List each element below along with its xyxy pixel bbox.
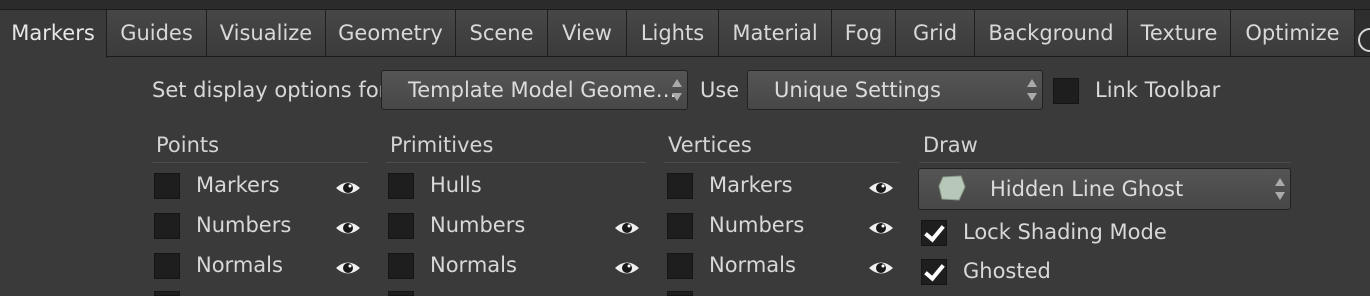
vertices-numbers-checkbox[interactable] [667,213,693,239]
dropdown-arrows-icon [671,77,683,103]
tab-bar: Markers Guides Visualize Geometry Scene … [0,10,1370,58]
ghosted-checkbox[interactable] [921,259,947,285]
eye-icon[interactable] [868,219,894,237]
tab-texture[interactable]: Texture [1128,10,1231,56]
points-next-checkbox[interactable] [154,291,180,296]
eye-icon[interactable] [868,259,894,277]
tab-grid[interactable]: Grid [896,10,975,56]
tab-optimize[interactable]: Optimize [1231,10,1355,56]
tab-fog[interactable]: Fog [832,10,896,56]
vertices-markers-label: Markers [709,173,793,197]
vertices-title: Vertices [668,133,752,157]
tab-view[interactable]: View [548,10,627,56]
primitives-title: Primitives [390,133,494,157]
tab-background[interactable]: Background [975,10,1128,56]
link-toolbar-checkbox[interactable] [1053,78,1079,104]
tab-guides[interactable]: Guides [107,10,207,56]
draw-title: Draw [923,133,978,157]
points-markers-checkbox[interactable] [154,173,180,199]
vertices-divider [664,162,900,163]
points-numbers-label: Numbers [196,213,292,237]
lock-shading-checkbox[interactable] [921,220,947,246]
tab-lights[interactable]: Lights [627,10,719,56]
geometry-type-dropdown[interactable]: Template Model Geome… [381,70,688,110]
dropdown-arrows-icon [1026,77,1038,103]
tab-geometry[interactable]: Geometry [326,10,456,56]
points-normals-label: Normals [196,253,283,277]
tab-material[interactable]: Material [719,10,832,56]
vertices-normals-checkbox[interactable] [667,253,693,279]
primitives-normals-checkbox[interactable] [388,253,414,279]
top-strip [0,0,1370,10]
draw-divider [919,162,1291,163]
primitives-numbers-label: Numbers [430,213,526,237]
set-display-options-label: Set display options for [152,78,388,102]
points-divider [152,162,368,163]
points-numbers-checkbox[interactable] [154,213,180,239]
vertices-numbers-label: Numbers [709,213,805,237]
settings-dropdown[interactable]: Unique Settings [747,70,1043,110]
points-normals-checkbox[interactable] [154,253,180,279]
geometry-type-value: Template Model Geome… [408,78,677,102]
more-tabs-icon[interactable] [1358,28,1370,52]
eye-icon[interactable] [335,259,361,277]
eye-icon[interactable] [614,259,640,277]
lock-shading-label: Lock Shading Mode [963,220,1167,244]
use-label: Use [700,78,740,102]
points-title: Points [156,133,220,157]
primitives-normals-label: Normals [430,253,517,277]
link-toolbar-label: Link Toolbar [1095,78,1221,102]
points-markers-label: Markers [196,173,280,197]
tab-markers[interactable]: Markers [0,10,107,58]
vertices-next-checkbox[interactable] [667,291,693,296]
eye-icon[interactable] [868,179,894,197]
vertices-markers-checkbox[interactable] [667,173,693,199]
vertices-normals-label: Normals [709,253,796,277]
tab-visualize[interactable]: Visualize [207,10,326,56]
tab-scene[interactable]: Scene [456,10,548,56]
primitives-hulls-label: Hulls [430,173,482,197]
dropdown-arrows-icon [1274,176,1286,202]
primitives-numbers-checkbox[interactable] [388,213,414,239]
eye-icon[interactable] [335,219,361,237]
settings-value: Unique Settings [774,78,941,102]
draw-mode-value: Hidden Line Ghost [990,177,1184,201]
ghosted-label: Ghosted [963,259,1051,283]
draw-mode-dropdown[interactable]: Hidden Line Ghost [918,168,1291,210]
primitives-divider [386,162,646,163]
ghost-shape-icon [938,175,966,201]
primitives-hulls-checkbox[interactable] [388,173,414,199]
primitives-next-checkbox[interactable] [388,291,414,296]
eye-icon[interactable] [335,179,361,197]
eye-icon[interactable] [614,219,640,237]
